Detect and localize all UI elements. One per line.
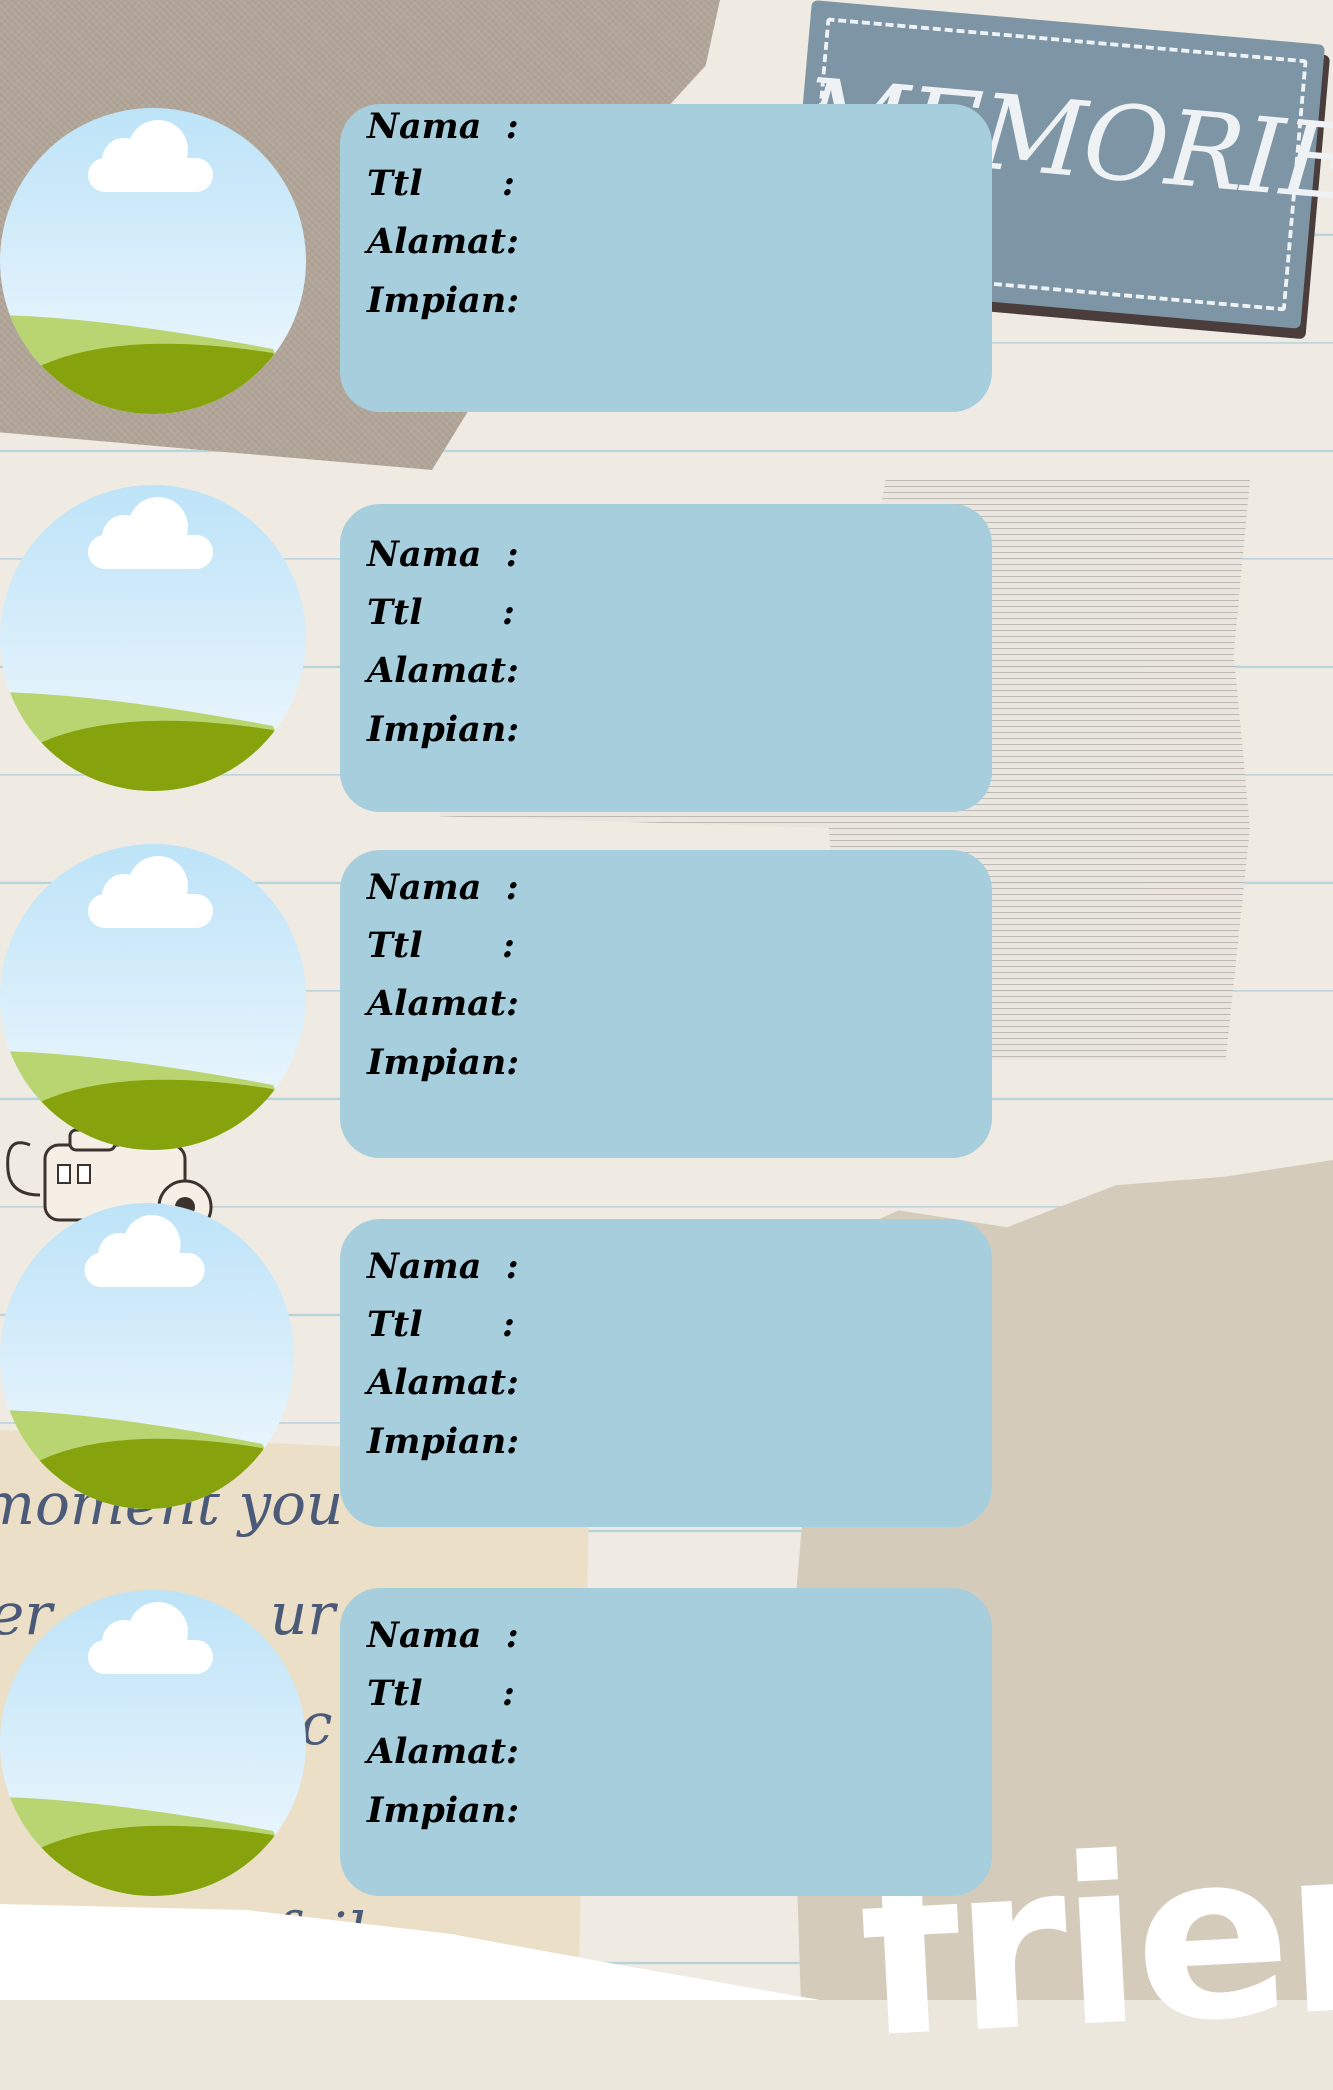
impian-label: Impian: [367,1790,520,1831]
alamat-label: Alamat: [367,983,519,1024]
impian-label: Impian: [367,1421,520,1462]
landscape-image-icon [0,844,306,1150]
alamat-label: Alamat: [367,221,519,262]
alamat-label: Alamat: [367,1362,519,1403]
landscape-image-icon [0,1203,294,1509]
ttl-label: Ttl [367,592,423,633]
landscape-image-icon [0,108,306,414]
ttl-colon: : [502,592,515,633]
alamat-label: Alamat: [367,650,519,691]
photo-placeholder-3[interactable] [0,844,306,1150]
photo-placeholder-1[interactable] [0,108,306,414]
ttl-colon: : [502,163,515,204]
photo-placeholder-5[interactable] [0,1590,306,1896]
ttl-label: Ttl [367,1304,423,1345]
ttl-colon: : [502,1304,515,1345]
landscape-image-icon [0,485,306,791]
nama-label: Nama : [367,1246,519,1287]
nama-label: Nama : [367,1615,519,1656]
nama-label: Nama : [367,534,519,575]
ttl-label: Ttl [367,1673,423,1714]
photo-placeholder-4[interactable] [0,1203,294,1509]
landscape-image-icon [0,1590,306,1896]
impian-label: Impian: [367,280,520,321]
alamat-label: Alamat: [367,1731,519,1772]
ttl-label: Ttl [367,925,423,966]
impian-label: Impian: [367,1042,520,1083]
script-line-4: ur [270,1580,336,1648]
ttl-label: Ttl [367,163,423,204]
ttl-colon: : [502,1673,515,1714]
nama-label: Nama : [367,867,519,908]
photo-placeholder-2[interactable] [0,485,306,791]
impian-label: Impian: [367,709,520,750]
ttl-colon: : [502,925,515,966]
nama-label: Nama : [367,106,519,147]
